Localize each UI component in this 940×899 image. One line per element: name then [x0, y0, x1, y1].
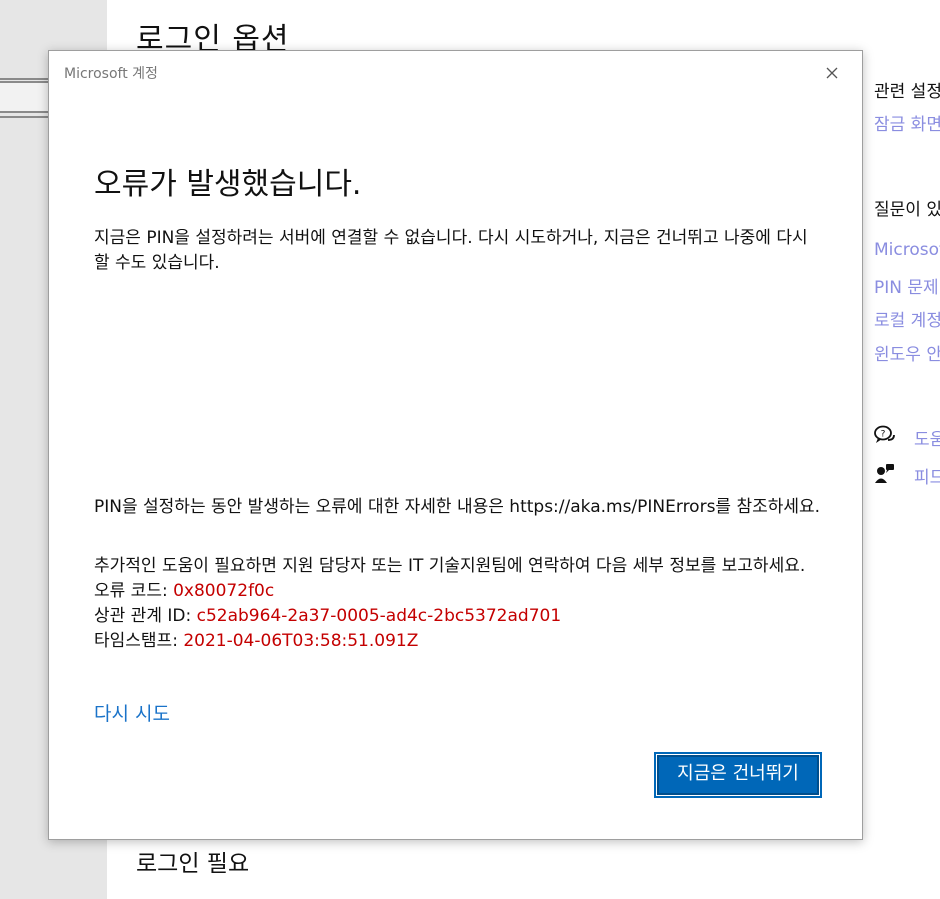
nav-divider — [0, 78, 48, 80]
retry-link[interactable]: 다시 시도 — [94, 699, 170, 726]
feedback-icon[interactable] — [874, 462, 896, 484]
correlation-id-value: c52ab964-2a37-0005-ad4c-2bc5372ad701 — [196, 606, 562, 626]
error-dialog: Microsoft 계정 오류가 발생했습니다. 지금은 PIN을 설정하려는 … — [48, 50, 863, 840]
feedback-link[interactable]: 피드 — [914, 463, 940, 488]
correlation-label: 상관 관계 ID: — [94, 606, 197, 626]
support-text: 추가적인 도움이 필요하면 지원 담당자 또는 IT 기술지원팀에 연락하여 다… — [94, 556, 806, 576]
questions-heading: 질문이 있 — [874, 200, 940, 220]
error-message: 지금은 PIN을 설정하려는 서버에 연결할 수 없습니다. 다시 시도하거나,… — [94, 228, 808, 273]
timestamp-label: 타임스탬프: — [94, 631, 184, 651]
nav-selected-item[interactable] — [0, 81, 48, 113]
dialog-heading: 오류가 발생했습니다. — [94, 167, 362, 202]
side-link[interactable]: Microsoft — [874, 240, 940, 260]
error-code-line: 오류 코드: 0x80072f0c — [94, 579, 824, 604]
side-link[interactable]: 윈도우 안 — [874, 340, 940, 365]
nav-divider — [0, 116, 48, 118]
skip-for-now-button[interactable]: 지금은 건너뛰기 — [654, 752, 822, 798]
skip-button-label: 지금은 건너뛰기 — [677, 763, 799, 784]
error-code-label: 오류 코드: — [94, 581, 174, 601]
timestamp-line: 타임스탬프: 2021-04-06T03:58:51.091Z — [94, 629, 824, 654]
right-panel: 관련 설정 잠금 화면 질문이 있 Microsoft PIN 문제 로컬 계정… — [874, 0, 940, 899]
support-details: 추가적인 도움이 필요하면 지원 담당자 또는 IT 기술지원팀에 연락하여 다… — [94, 554, 824, 654]
get-help-link[interactable]: 도움 — [914, 425, 940, 450]
timestamp-value: 2021-04-06T03:58:51.091Z — [183, 631, 419, 651]
svg-text:?: ? — [881, 430, 886, 440]
close-icon[interactable] — [818, 59, 846, 87]
dialog-caption: Microsoft 계정 — [64, 66, 158, 82]
side-link[interactable]: 로컬 계정 — [874, 306, 940, 331]
related-settings-heading: 관련 설정 — [874, 82, 940, 102]
info-text: PIN을 설정하는 동안 발생하는 오류에 대한 자세한 내용은 https:/… — [94, 497, 821, 517]
lock-screen-link[interactable]: 잠금 화면 — [874, 110, 940, 135]
correlation-line: 상관 관계 ID: c52ab964-2a37-0005-ad4c-2bc537… — [94, 604, 824, 629]
side-link[interactable]: PIN 문제 — [874, 273, 939, 298]
section-heading: 로그인 필요 — [136, 851, 250, 877]
help-chat-icon[interactable]: ? — [874, 424, 896, 446]
error-code-value: 0x80072f0c — [173, 581, 275, 601]
